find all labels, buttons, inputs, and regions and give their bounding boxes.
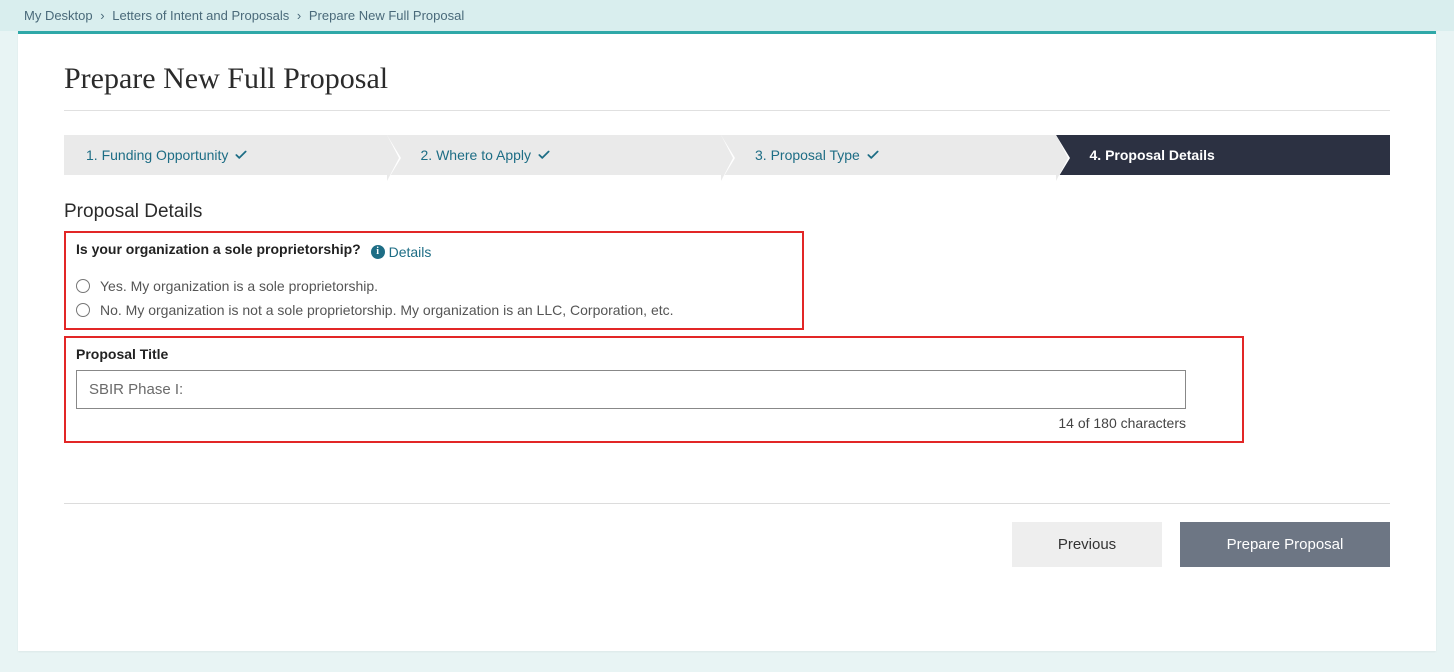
step-label: 3. Proposal Type: [755, 147, 860, 163]
section-heading: Proposal Details: [64, 201, 1390, 223]
content-card: Prepare New Full Proposal 1. Funding Opp…: [18, 31, 1436, 651]
step-proposal-details[interactable]: 4. Proposal Details: [1056, 135, 1391, 175]
breadcrumb-link-desktop[interactable]: My Desktop: [24, 8, 93, 23]
proposal-title-highlight: Proposal Title 14 of 180 characters: [64, 336, 1244, 443]
breadcrumb-sep: ›: [100, 8, 104, 23]
details-link[interactable]: i Details: [371, 244, 432, 260]
radio-yes-row[interactable]: Yes. My organization is a sole proprieto…: [76, 274, 792, 298]
prepare-proposal-button[interactable]: Prepare Proposal: [1180, 522, 1390, 567]
check-icon: [537, 148, 551, 162]
radio-yes[interactable]: [76, 279, 90, 293]
step-label: 4. Proposal Details: [1090, 147, 1215, 163]
breadcrumb-current: Prepare New Full Proposal: [309, 8, 464, 23]
stepper: 1. Funding Opportunity 2. Where to Apply…: [64, 135, 1390, 175]
sole-prop-question: Is your organization a sole proprietorsh…: [76, 241, 361, 257]
divider: [64, 503, 1390, 504]
button-row: Previous Prepare Proposal: [64, 522, 1390, 567]
step-label: 2. Where to Apply: [421, 147, 532, 163]
proposal-title-label: Proposal Title: [76, 346, 1232, 362]
previous-button[interactable]: Previous: [1012, 522, 1162, 567]
radio-no[interactable]: [76, 303, 90, 317]
char-count: 14 of 180 characters: [76, 415, 1186, 431]
radio-yes-label: Yes. My organization is a sole proprieto…: [100, 278, 378, 294]
breadcrumb-link-loi[interactable]: Letters of Intent and Proposals: [112, 8, 289, 23]
sole-prop-highlight: Is your organization a sole proprietorsh…: [64, 231, 804, 330]
step-label: 1. Funding Opportunity: [86, 147, 228, 163]
page-title: Prepare New Full Proposal: [64, 62, 1390, 111]
breadcrumb-sep: ›: [297, 8, 301, 23]
step-proposal-type[interactable]: 3. Proposal Type: [721, 135, 1056, 175]
details-link-text: Details: [389, 244, 432, 260]
radio-no-row[interactable]: No. My organization is not a sole propri…: [76, 298, 792, 322]
radio-no-label: No. My organization is not a sole propri…: [100, 302, 674, 318]
check-icon: [866, 148, 880, 162]
proposal-title-input[interactable]: [76, 370, 1186, 409]
breadcrumb: My Desktop › Letters of Intent and Propo…: [0, 0, 1454, 31]
step-funding-opportunity[interactable]: 1. Funding Opportunity: [64, 135, 387, 175]
step-where-to-apply[interactable]: 2. Where to Apply: [387, 135, 722, 175]
info-icon: i: [371, 245, 385, 259]
check-icon: [234, 148, 248, 162]
